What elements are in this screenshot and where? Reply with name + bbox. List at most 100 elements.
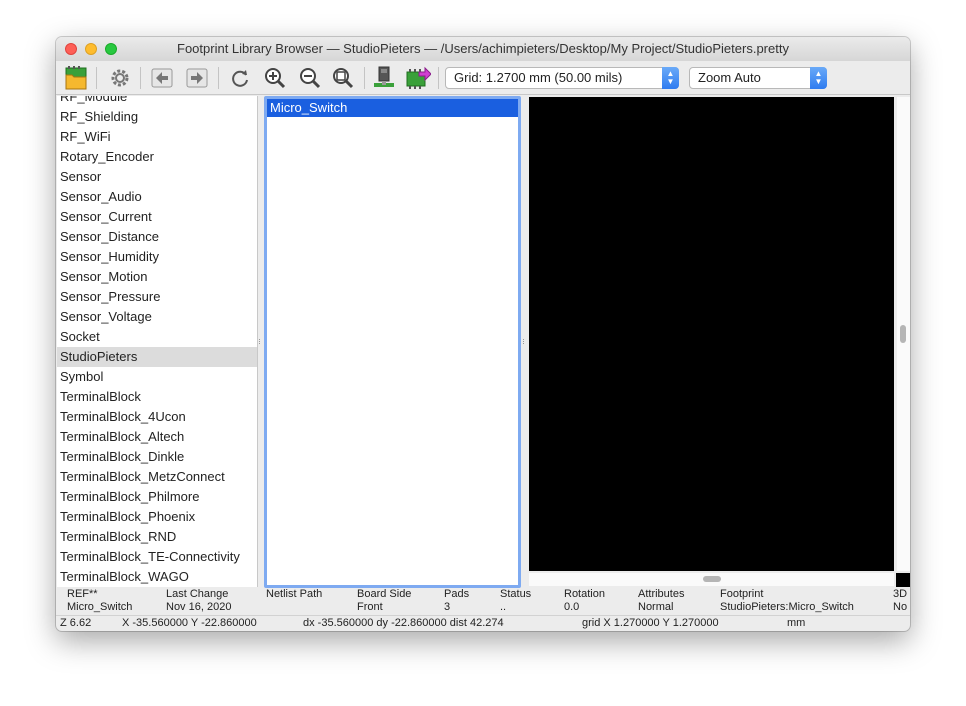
zoom-fit-icon <box>333 68 354 89</box>
footprint-preview-canvas[interactable] <box>529 97 894 571</box>
chevron-up-down-icon: ▲ ▼ <box>662 67 679 89</box>
footprint-library-browser-window: Footprint Library Browser — StudioPieter… <box>56 37 910 631</box>
list-item[interactable]: RF_Shielding <box>57 107 257 127</box>
status-cursor-xy: X -35.560000 Y -22.860000 <box>122 617 257 629</box>
info-column: Rotation 0.0 <box>564 588 605 614</box>
list-item[interactable]: TerminalBlock_Phoenix <box>57 507 257 527</box>
redraw-icon <box>232 70 248 87</box>
window-title: Footprint Library Browser — StudioPieter… <box>177 41 789 56</box>
library-select-button[interactable] <box>62 65 90 91</box>
list-item[interactable]: TerminalBlock_Dinkle <box>57 447 257 467</box>
zoom-select-value: Zoom Auto <box>698 70 761 85</box>
info-label: Pads <box>444 588 470 600</box>
list-item[interactable]: Sensor_Distance <box>57 227 257 247</box>
splitter-handle[interactable] <box>259 339 262 344</box>
insert-footprint-icon <box>406 66 431 89</box>
horizontal-scroll-thumb[interactable] <box>703 576 721 582</box>
list-item[interactable]: TerminalBlock <box>57 387 257 407</box>
list-item[interactable]: Sensor_Audio <box>57 187 257 207</box>
info-label: Netlist Path <box>266 588 323 600</box>
splitter-handle[interactable] <box>523 339 526 344</box>
list-item[interactable]: TerminalBlock_4Ucon <box>57 407 257 427</box>
info-label: Last Change <box>166 588 229 600</box>
previous-footprint-button[interactable] <box>148 65 176 91</box>
vertical-scrollbar[interactable] <box>897 97 910 571</box>
list-item[interactable]: Rotary_Encoder <box>57 147 257 167</box>
status-delta: dx -35.560000 dy -22.860000 dist 42.274 <box>303 617 504 629</box>
list-item[interactable]: Socket <box>57 327 257 347</box>
info-label: REF** <box>67 588 98 600</box>
list-item[interactable]: Sensor_Humidity <box>57 247 257 267</box>
title-bar[interactable]: Footprint Library Browser — StudioPieter… <box>56 37 910 61</box>
zoom-out-button[interactable] <box>296 65 324 91</box>
next-footprint-button[interactable] <box>183 65 211 91</box>
info-value: StudioPieters:Micro_Switch <box>720 601 854 613</box>
info-value: Nov 16, 2020 <box>166 601 232 613</box>
info-label: Status <box>500 588 532 600</box>
scroll-corner <box>896 573 910 587</box>
grid-select[interactable]: Grid: 1.2700 mm (50.00 mils) ▲ ▼ <box>445 67 679 89</box>
info-column: REF** Micro_Switch <box>67 588 132 614</box>
info-column: Netlist Path <box>266 588 322 614</box>
info-column: Attributes Normal <box>638 588 684 614</box>
close-window-button[interactable] <box>65 43 77 55</box>
previous-footprint-icon <box>151 68 173 88</box>
list-item[interactable]: RF_Module <box>57 96 257 107</box>
info-column: Status.. <box>500 588 531 614</box>
info-value <box>266 601 322 614</box>
horizontal-scrollbar[interactable] <box>529 573 894 586</box>
info-value: 0.0 <box>564 601 580 613</box>
view-3d-button[interactable] <box>370 65 398 91</box>
preferences-button[interactable] <box>106 65 134 91</box>
info-value: Normal <box>638 601 674 613</box>
status-zoom: Z 6.62 <box>60 617 92 629</box>
library-select-icon <box>65 66 87 90</box>
list-item[interactable]: Micro_Switch <box>267 99 518 117</box>
vertical-scroll-thumb[interactable] <box>900 325 906 343</box>
footprint-list[interactable]: Micro_Switch <box>264 96 521 588</box>
list-item[interactable]: Sensor <box>57 167 257 187</box>
toolbar: Grid: 1.2700 mm (50.00 mils) ▲ ▼ Zoom Aut… <box>56 61 910 95</box>
redraw-button[interactable] <box>226 65 254 91</box>
info-label: Rotation <box>564 588 605 600</box>
list-item[interactable]: TerminalBlock_MetzConnect <box>57 467 257 487</box>
info-column: Footprint StudioPieters:Micro_Switch <box>720 588 854 614</box>
info-column: Board Side Front <box>357 588 411 614</box>
info-column: Pads 3 <box>444 588 469 614</box>
info-value: Front <box>357 601 383 613</box>
preferences-gear-icon <box>111 69 129 87</box>
list-item[interactable]: Symbol <box>57 367 257 387</box>
list-item[interactable]: Sensor_Pressure <box>57 287 257 307</box>
status-grid: grid X 1.270000 Y 1.270000 <box>582 617 719 629</box>
chevron-up-down-icon: ▲ ▼ <box>810 67 827 89</box>
view-3d-icon <box>374 66 394 87</box>
status-bar: Z 6.62 X -35.560000 Y -22.860000 dx -35.… <box>56 615 910 631</box>
info-label: 3D <box>893 588 908 600</box>
status-units: mm <box>787 617 806 629</box>
list-item[interactable]: Sensor_Motion <box>57 267 257 287</box>
next-footprint-icon <box>186 68 208 88</box>
info-value: 3 <box>444 601 451 613</box>
zoom-window-button[interactable] <box>105 43 117 55</box>
list-item[interactable]: StudioPieters <box>57 347 257 367</box>
list-item[interactable]: Sensor_Current <box>57 207 257 227</box>
list-item[interactable]: Sensor_Voltage <box>57 307 257 327</box>
list-item[interactable]: TerminalBlock_Altech <box>57 427 257 447</box>
list-item[interactable]: TerminalBlock_WAGO <box>57 567 257 587</box>
insert-footprint-button[interactable] <box>404 65 432 91</box>
footprint-info-panel: REF** Micro_Switch Last Change Nov 16, 2020… <box>56 588 910 615</box>
library-list[interactable]: RF_Module RF_Shielding RF_WiFi Rotary_Encod… <box>57 96 258 587</box>
list-item[interactable]: TerminalBlock_RND <box>57 527 257 547</box>
list-item[interactable]: TerminalBlock_TE-Connectivity <box>57 547 257 567</box>
zoom-fit-button[interactable] <box>329 65 357 91</box>
minimize-window-button[interactable] <box>85 43 97 55</box>
zoom-select[interactable]: Zoom Auto ▲ ▼ <box>689 67 827 89</box>
zoom-in-icon <box>265 68 286 89</box>
info-label: Board Side <box>357 588 412 600</box>
list-item[interactable]: RF_WiFi <box>57 127 257 147</box>
zoom-out-icon <box>300 68 321 89</box>
list-item[interactable]: TerminalBlock_Philmore <box>57 487 257 507</box>
zoom-in-button[interactable] <box>261 65 289 91</box>
info-label: Footprint <box>720 588 764 600</box>
info-column: 3D No <box>893 588 907 614</box>
